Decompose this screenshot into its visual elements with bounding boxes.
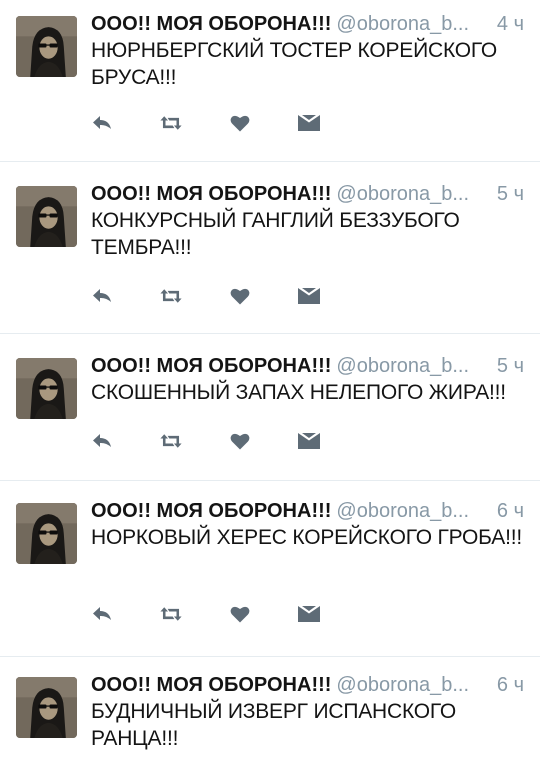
avatar-image [16, 16, 77, 77]
retweet-icon[interactable] [160, 430, 182, 452]
author-handle[interactable]: @oborona_b... [336, 500, 469, 523]
avatar-image [16, 503, 77, 564]
direct-message-icon[interactable] [298, 430, 320, 452]
tweet[interactable]: ООО!! МОЯ ОБОРОНА!!! @oborona_b... 5 ч С… [0, 334, 540, 481]
tweet-text: КОНКУРСНЫЙ ГАНГЛИЙ БЕЗЗУБОГО ТЕМБРА!!! [91, 209, 460, 259]
avatar-image [16, 677, 77, 738]
tweet-timestamp[interactable]: 6 ч [497, 674, 528, 697]
direct-message-icon[interactable] [298, 285, 320, 307]
tweet[interactable]: ООО!! МОЯ ОБОРОНА!!! @oborona_b... 6 ч Б… [0, 657, 540, 770]
avatar[interactable] [16, 677, 77, 738]
avatar[interactable] [16, 358, 77, 419]
author-name[interactable]: ООО!! МОЯ ОБОРОНА!!! [91, 674, 331, 697]
retweet-icon[interactable] [160, 603, 182, 625]
tweet-timestamp[interactable]: 4 ч [497, 13, 528, 36]
reply-icon[interactable] [91, 603, 113, 625]
tweet-actions [91, 285, 367, 307]
like-icon[interactable] [229, 430, 251, 452]
like-icon[interactable] [229, 285, 251, 307]
author-name[interactable]: ООО!! МОЯ ОБОРОНА!!! [91, 355, 331, 378]
author-handle[interactable]: @oborona_b... [336, 183, 469, 206]
tweet[interactable]: ООО!! МОЯ ОБОРОНА!!! @oborona_b... 6 ч Н… [0, 481, 540, 657]
tweet-actions [91, 603, 367, 625]
tweet-text: БУДНИЧНЫЙ ИЗВЕРГ ИСПАНСКОГО РАНЦА!!! [91, 700, 457, 750]
retweet-icon[interactable] [160, 112, 182, 134]
author-handle[interactable]: @oborona_b... [336, 355, 469, 378]
avatar[interactable] [16, 186, 77, 247]
direct-message-icon[interactable] [298, 603, 320, 625]
timeline: ООО!! МОЯ ОБОРОНА!!! @oborona_b... 4 ч Н… [0, 0, 540, 770]
tweet[interactable]: ООО!! МОЯ ОБОРОНА!!! @oborona_b... 5 ч К… [0, 162, 540, 334]
tweet-actions [91, 430, 367, 452]
tweet-timestamp[interactable]: 5 ч [497, 183, 528, 206]
tweet-text: НЮРНБЕРГСКИЙ ТОСТЕР КОРЕЙСКОГО БРУСА!!! [91, 39, 498, 89]
avatar[interactable] [16, 16, 77, 77]
direct-message-icon[interactable] [298, 112, 320, 134]
tweet-timestamp[interactable]: 6 ч [497, 500, 528, 523]
avatar[interactable] [16, 503, 77, 564]
tweet-timestamp[interactable]: 5 ч [497, 355, 528, 378]
tweet[interactable]: ООО!! МОЯ ОБОРОНА!!! @oborona_b... 4 ч Н… [0, 0, 540, 162]
tweet-text: НОРКОВЫЙ ХЕРЕС КОРЕЙСКОГО ГРОБА!!! [91, 526, 522, 549]
avatar-image [16, 358, 77, 419]
author-name[interactable]: ООО!! МОЯ ОБОРОНА!!! [91, 13, 331, 36]
tweet-actions [91, 112, 367, 134]
author-handle[interactable]: @oborona_b... [336, 674, 469, 697]
retweet-icon[interactable] [160, 285, 182, 307]
like-icon[interactable] [229, 603, 251, 625]
avatar-image [16, 186, 77, 247]
reply-icon[interactable] [91, 430, 113, 452]
like-icon[interactable] [229, 112, 251, 134]
tweet-text: СКОШЕННЫЙ ЗАПАХ НЕЛЕПОГО ЖИРА!!! [91, 381, 506, 404]
author-name[interactable]: ООО!! МОЯ ОБОРОНА!!! [91, 500, 331, 523]
author-handle[interactable]: @oborona_b... [336, 13, 469, 36]
reply-icon[interactable] [91, 112, 113, 134]
reply-icon[interactable] [91, 285, 113, 307]
author-name[interactable]: ООО!! МОЯ ОБОРОНА!!! [91, 183, 331, 206]
